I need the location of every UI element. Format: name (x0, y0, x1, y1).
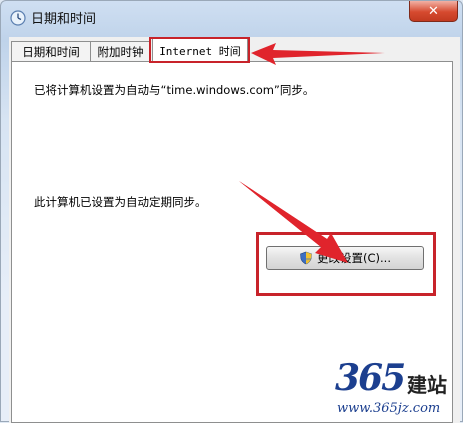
watermark: 365 建站 www.365jz.com (333, 357, 461, 419)
title-bar[interactable]: 日期和时间 ✕ (1, 1, 462, 33)
window-title: 日期和时间 (31, 12, 97, 27)
change-settings-button[interactable]: 更改设置(C)... (266, 246, 424, 270)
auto-sync-message: 此计算机已设置为自动定期同步。 (34, 195, 207, 209)
watermark-number: 365 (335, 357, 406, 399)
close-icon: ✕ (428, 3, 439, 19)
sync-server-message: 已将计算机设置为自动与“time.windows.com”同步。 (34, 83, 315, 97)
date-time-window: 日期和时间 ✕ 日期和时间 附加时钟 Internet 时间 已将计算机设置为自… (0, 0, 463, 423)
change-settings-label: 更改设置(C)... (317, 251, 391, 265)
watermark-brand: 建站 (407, 373, 447, 397)
clock-icon (10, 10, 26, 26)
tab-highlight-box (149, 37, 250, 63)
watermark-url: www.365jz.com (337, 401, 441, 416)
tab-additional-clocks[interactable]: 附加时钟 (90, 41, 151, 61)
tab-date-time[interactable]: 日期和时间 (11, 41, 91, 61)
uac-shield-icon (300, 251, 312, 265)
close-button[interactable]: ✕ (409, 1, 458, 22)
